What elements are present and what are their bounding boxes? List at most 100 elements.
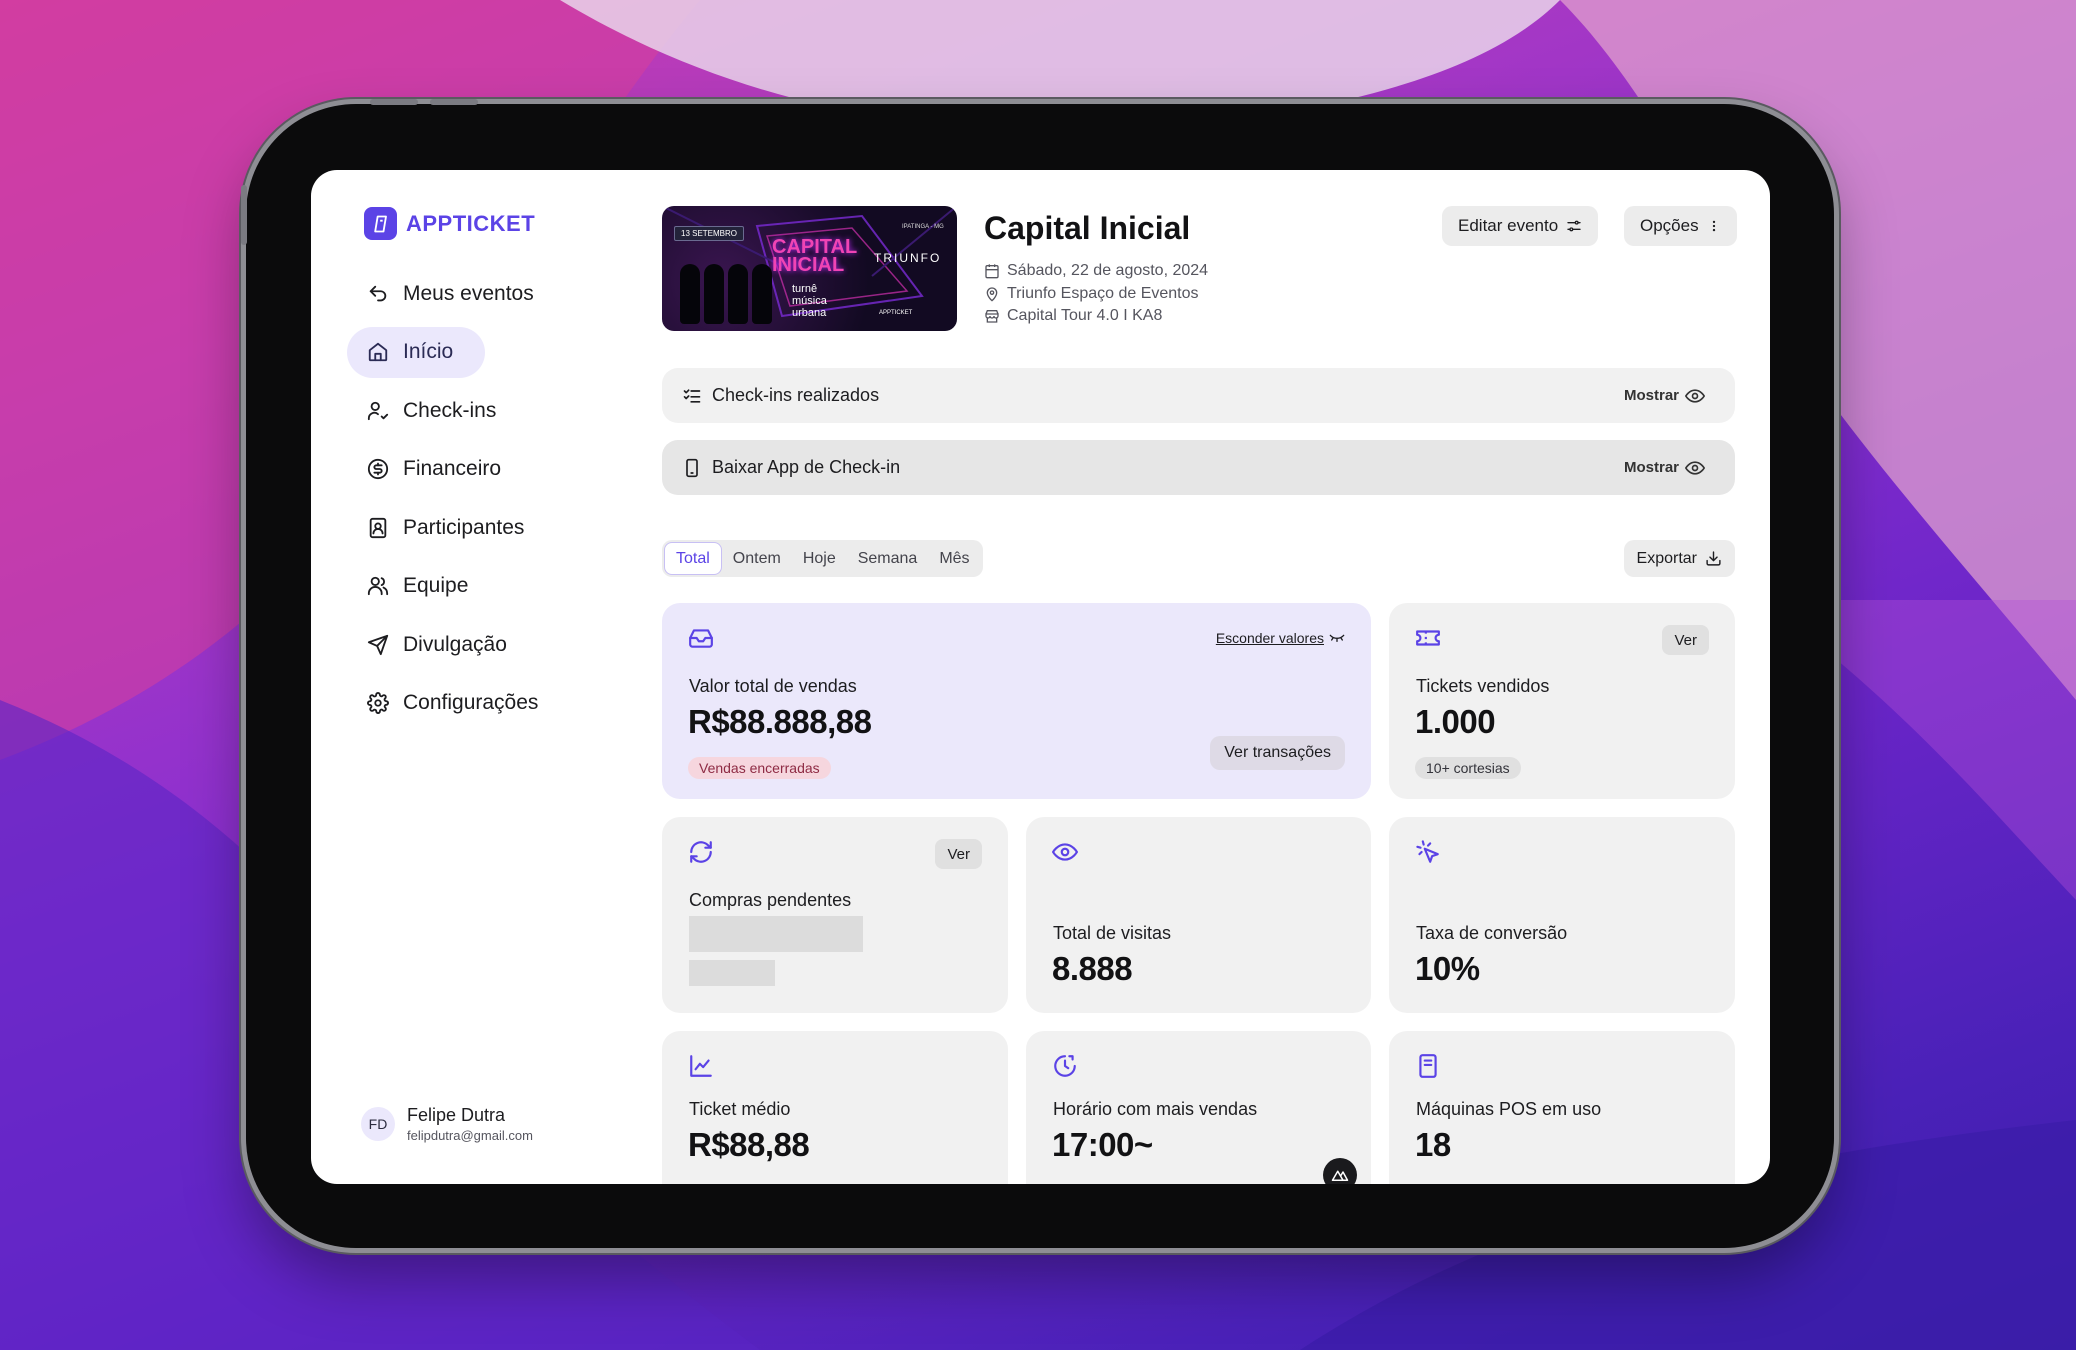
eye-icon (1685, 388, 1705, 403)
poster-date-tag: 13 SETEMBRO (674, 226, 745, 241)
avg-ticket-value: R$88,88 (688, 1126, 810, 1163)
map-pin-icon (986, 287, 998, 302)
tablet-top-button-1 (370, 99, 418, 105)
visits-card: Total de visitas 8.888 (1026, 817, 1371, 1013)
avg-ticket-label: Ticket médio (689, 1099, 791, 1119)
poster-title: CAPITAL INICIAL (772, 236, 858, 276)
tab-semana[interactable]: Semana (847, 542, 929, 575)
sidebar-item-configuracoes[interactable]: Configurações (347, 678, 558, 729)
view-tickets-button[interactable]: Ver (1662, 625, 1709, 655)
sidebar-item-label: Divulgação (403, 632, 507, 656)
show-download-app-button[interactable]: Mostrar (1624, 458, 1715, 478)
options-button[interactable]: Opções (1624, 206, 1737, 246)
conversion-value: 10% (1415, 950, 1480, 987)
sidebar-item-label: Início (403, 340, 454, 363)
sidebar-item-label: Configurações (403, 691, 539, 714)
pos-label: Máquinas POS em uso (1416, 1099, 1602, 1119)
loading-skeleton (689, 960, 775, 986)
view-pending-button[interactable]: Ver (935, 839, 982, 869)
show-checkins-button[interactable]: Mostrar (1624, 386, 1715, 406)
period-tabs: Total Ontem Hoje Semana Mês (662, 540, 983, 577)
ticket-icon (1416, 630, 1440, 646)
bar-label: Baixar App de Check-in (712, 457, 901, 477)
sidebar-item-check-ins[interactable]: Check-ins (347, 385, 516, 436)
sidebar-item-label: Financeiro (403, 457, 502, 480)
tickets-value: 1.000 (1415, 703, 1496, 740)
status-badge: Vendas encerradas (688, 757, 831, 779)
edit-event-button[interactable]: Editar evento (1442, 206, 1599, 246)
tab-ontem[interactable]: Ontem (722, 542, 792, 575)
sales-label: Valor total de vendas (689, 676, 857, 696)
loading-skeleton (689, 916, 863, 952)
sliders-icon (1567, 220, 1581, 232)
tickets-card: Ver Tickets vendidos 1.000 10+ cortesias (1389, 603, 1735, 799)
sidebar-item-equipe[interactable]: Equipe (347, 561, 488, 612)
user-profile[interactable]: FD Felipe Dutra felipdutra@gmail.com (361, 1105, 533, 1143)
refresh-icon (690, 841, 712, 863)
more-vertical-icon (1712, 220, 1715, 232)
sidebar-item-label: Participantes (403, 515, 525, 539)
tab-total[interactable]: Total (664, 542, 722, 575)
peak-hour-card: Horário com mais vendas 17:00~ (1026, 1031, 1371, 1184)
line-chart-icon (690, 1055, 712, 1077)
checkins-bar[interactable]: Check-ins realizados Mostrar (662, 368, 1735, 423)
sidebar-item-meus-eventos[interactable]: Meus eventos (347, 268, 554, 319)
pending-label: Compras pendentes (689, 890, 852, 910)
poster-subtitle: turnê música urbana (792, 283, 827, 319)
eye-icon (1685, 460, 1705, 475)
smartphone-icon (686, 458, 698, 477)
pos-card: Máquinas POS em uso 18 (1389, 1031, 1735, 1184)
clock-icon (1054, 1055, 1076, 1077)
cursor-click-icon (1416, 840, 1439, 863)
user-email: felipdutra@gmail.com (407, 1128, 533, 1143)
poster-city: IPATINGA - MG (902, 224, 944, 230)
sidebar-item-label: Check-ins (403, 398, 497, 422)
page-title: Capital Inicial (984, 210, 1191, 246)
sales-card: Esconder valores Valor total de vendas R… (662, 603, 1371, 799)
eye-icon (1052, 843, 1078, 861)
event-tour: Capital Tour 4.0 I KA8 (984, 305, 1208, 328)
tab-mes[interactable]: Mês (928, 542, 980, 575)
tickets-label: Tickets vendidos (1416, 676, 1550, 696)
view-transactions-button[interactable]: Ver transações (1210, 736, 1345, 770)
sidebar-item-financeiro[interactable]: Financeiro (347, 444, 521, 495)
calendar-icon (985, 264, 999, 279)
nuxt-icon (1331, 1170, 1349, 1181)
tablet-side-button (241, 185, 247, 245)
tablet-top-button-2 (430, 99, 478, 105)
ticket-logo-icon (364, 207, 397, 240)
conversion-label: Taxa de conversão (1416, 923, 1568, 943)
main-content: 13 SETEMBRO IPATINGA - MG CAPITAL INICIA… (662, 170, 1737, 1184)
devtools-toggle[interactable] (1323, 1158, 1357, 1184)
poster-venue-text: TRIUNFO (874, 251, 942, 265)
download-icon (1706, 551, 1721, 566)
store-icon (985, 310, 999, 323)
avg-ticket-card: Ticket médio R$88,88 (662, 1031, 1008, 1184)
sales-value: R$88.888,88 (688, 703, 872, 740)
brand-logo[interactable]: APPTICKET (364, 207, 535, 240)
sidebar-item-divulgacao[interactable]: Divulgação (347, 619, 527, 670)
sidebar-item-label: Meus eventos (403, 281, 534, 305)
user-check-icon (367, 401, 389, 420)
dollar-circle-icon (367, 458, 389, 480)
courtesy-badge: 10+ cortesias (1415, 757, 1521, 779)
poster-brand: APPTICKET (879, 310, 913, 316)
inbox-icon (689, 629, 713, 648)
export-button[interactable]: Exportar (1623, 540, 1735, 577)
poster-band-photo (680, 264, 772, 324)
event-details: Sábado, 22 de agosto, 2024 Triunfo Espaç… (984, 260, 1208, 328)
hide-values-link[interactable]: Esconder valores (1216, 630, 1345, 646)
download-app-bar[interactable]: Baixar App de Check-in Mostrar (662, 440, 1735, 495)
event-date: Sábado, 22 de agosto, 2024 (984, 260, 1208, 283)
tab-hoje[interactable]: Hoje (792, 542, 847, 575)
back-arrow-icon (369, 285, 387, 301)
peak-hour-value: 17:00~ (1052, 1126, 1153, 1163)
pos-machine-icon (1419, 1054, 1437, 1078)
sidebar-item-label: Equipe (403, 574, 469, 597)
pending-purchases-card: Ver Compras pendentes (662, 817, 1008, 1013)
avatar: FD (361, 1107, 395, 1141)
sidebar-item-inicio[interactable]: Início (347, 326, 486, 378)
sidebar-item-participantes[interactable]: Participantes (347, 502, 544, 553)
visits-label: Total de visitas (1053, 923, 1172, 943)
home-icon (368, 342, 388, 362)
